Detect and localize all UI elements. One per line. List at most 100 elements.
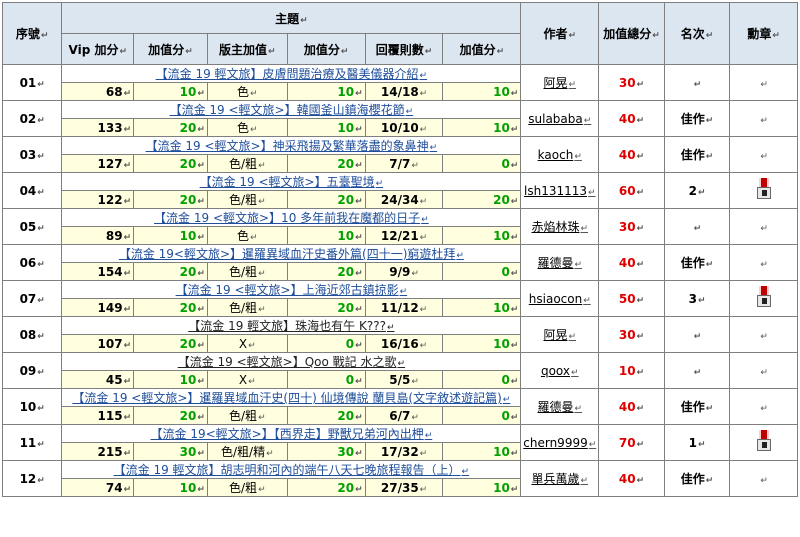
mod-value: 色/粗/精 — [220, 445, 266, 459]
topic-link[interactable]: 【流金 19 <輕文旅>】暹羅異域血汗史(四十) 仙境傳說 蘭貝島(文字敘述遊記… — [72, 391, 501, 405]
return-mark-icon: ↵ — [37, 115, 45, 126]
topic-link-cell[interactable]: 【流金 19 輕文旅】胡志明和河內的端午八天七晚旅程報告（上）↵ — [61, 460, 522, 479]
return-mark-icon: ↵ — [37, 403, 45, 414]
topic-link[interactable]: 【流金 19 輕文旅】皮膚問題治療及醫美儀器介紹 — [156, 67, 419, 81]
topic-link-cell[interactable]: 【流金 19 <輕文旅>】上海近郊古鎮掠影↵ — [61, 280, 522, 299]
return-mark-icon: ↵ — [510, 196, 519, 207]
plus1-value-cell: 30↵ — [133, 442, 208, 461]
author-link[interactable]: 阿晃 — [543, 76, 567, 90]
topic-link[interactable]: 【流金 19 <輕文旅>】韓國釜山鎮海櫻花節 — [170, 103, 405, 117]
row-seq: 12↵ — [1, 460, 63, 497]
return-mark-icon: ↵ — [705, 404, 714, 414]
topic-link[interactable]: 【流金 19<輕文旅>】【西界走】野獸兄弟河內出柙 — [151, 427, 424, 441]
author-link[interactable]: 羅德曼 — [537, 400, 573, 414]
topic-link-cell[interactable]: 【流金 19 <輕文旅>】神采飛揚及繁華落盡的象鼻神↵ — [61, 136, 522, 155]
topic-link-cell[interactable]: 【流金 19 <輕文旅>】五臺聖境↵ — [61, 172, 522, 191]
topic-link[interactable]: 【流金 19 <輕文旅>】10 多年前我在魔都的日子 — [154, 211, 420, 225]
return-mark-icon: ↵ — [37, 259, 45, 270]
return-mark-icon: ↵ — [419, 71, 428, 81]
total-value: 50 — [618, 291, 636, 306]
topic-link-cell[interactable]: 【流金 19 <輕文旅>】Qoo 戰記 水之歌↵ — [61, 352, 522, 371]
author-link[interactable]: 單兵萬歲 — [531, 472, 579, 486]
author-link[interactable]: qoox — [541, 364, 570, 378]
author-cell[interactable]: 單兵萬歲↵ — [520, 460, 600, 497]
seq-header: 序號↵ — [1, 2, 63, 65]
return-mark-icon: ↵ — [574, 260, 583, 270]
topic-link[interactable]: 【流金 19 <輕文旅>】Qoo 戰記 水之歌 — [178, 355, 397, 369]
rank-value: 佳作 — [680, 112, 705, 126]
author-cell[interactable]: kaoch↵ — [520, 136, 600, 173]
author-link[interactable]: 羅德曼 — [537, 256, 573, 270]
plus2-value-cell: 20↵ — [286, 478, 366, 497]
plus1-value-cell: 10↵ — [133, 370, 208, 389]
ranking-table: 序號↵ 主題↵ 作者↵ 加值總分↵ 名次↵ 勳章↵ Vip 加分↵ 加值分↵ 版… — [1, 2, 798, 497]
return-mark-icon: ↵ — [258, 305, 266, 315]
plus3-value: 0 — [501, 264, 510, 279]
author-cell[interactable]: 羅德曼↵ — [520, 244, 600, 281]
return-mark-icon: ↵ — [760, 223, 768, 234]
author-cell[interactable]: qoox↵ — [520, 352, 600, 389]
topic-link-cell[interactable]: 【流金 19<輕文旅>】暹羅異域血汗史番外篇(四十一)窮遊杜拜↵ — [61, 244, 522, 263]
author-link[interactable]: 阿晃 — [543, 328, 567, 342]
return-mark-icon: ↵ — [123, 376, 132, 387]
author-cell[interactable]: hsiaocon↵ — [520, 280, 600, 317]
return-mark-icon: ↵ — [693, 79, 702, 90]
author-cell[interactable]: sulababa↵ — [520, 100, 600, 137]
medal-icon — [756, 286, 772, 308]
mod-header: 版主加值↵ — [206, 33, 288, 65]
author-cell[interactable]: chern9999↵ — [520, 424, 600, 461]
total-value: 70 — [618, 435, 636, 450]
topic-link[interactable]: 【流金 19 <輕文旅>】上海近郊古鎮掠影 — [176, 283, 399, 297]
topic-link[interactable]: 【流金 19 輕文旅】珠海也有午 K??? — [188, 319, 386, 333]
table-row: 07↵ 【流金 19 <輕文旅>】上海近郊古鎮掠影↵ hsiaocon↵ 50↵ 3↵ — [1, 280, 798, 317]
return-mark-icon: ↵ — [355, 484, 363, 495]
plus1-value: 10 — [179, 228, 197, 243]
author-link[interactable]: sulababa — [528, 112, 583, 126]
rank-value: 佳作 — [680, 256, 705, 270]
topic-link-cell[interactable]: 【流金 19 輕文旅】皮膚問題治療及醫美儀器介紹↵ — [61, 64, 522, 83]
return-mark-icon: ↵ — [248, 340, 256, 351]
rank-cell: 佳作↵ — [663, 460, 731, 497]
return-mark-icon: ↵ — [571, 367, 579, 378]
author-link[interactable]: lsh131113 — [524, 184, 587, 198]
author-link[interactable]: hsiaocon — [529, 292, 582, 306]
topic-link[interactable]: 【流金 19 <輕文旅>】神采飛揚及繁華落盡的象鼻神 — [146, 139, 429, 153]
replies-value: 6/7 — [389, 408, 411, 423]
topic-link[interactable]: 【流金 19<輕文旅>】暹羅異域血汗史番外篇(四十一)窮遊杜拜 — [119, 247, 456, 261]
return-mark-icon: ↵ — [197, 232, 205, 243]
topic-link[interactable]: 【流金 19 <輕文旅>】五臺聖境 — [200, 175, 375, 189]
author-cell[interactable]: 阿晃↵ — [520, 64, 600, 101]
return-mark-icon: ↵ — [636, 403, 645, 414]
topic-link-cell[interactable]: 【流金 19 <輕文旅>】韓國釜山鎮海櫻花節↵ — [61, 100, 522, 119]
vip-header: Vip 加分↵ — [61, 33, 135, 65]
author-cell[interactable]: 羅德曼↵ — [520, 388, 600, 425]
mod-value-cell: 色↵ — [206, 82, 288, 101]
author-cell[interactable]: lsh131113↵ — [520, 172, 600, 209]
return-mark-icon: ↵ — [123, 232, 132, 243]
topic-link-cell[interactable]: 【流金 19 <輕文旅>】10 多年前我在魔都的日子↵ — [61, 208, 522, 227]
topic-link-cell[interactable]: 【流金 19 <輕文旅>】暹羅異域血汗史(四十) 仙境傳說 蘭貝島(文字敘述遊記… — [61, 388, 522, 407]
return-mark-icon: ↵ — [355, 232, 363, 243]
mod-value: 色/粗 — [229, 265, 258, 279]
topic-link[interactable]: 【流金 19 輕文旅】胡志明和河內的端午八天七晚旅程報告（上） — [114, 463, 461, 477]
author-link[interactable]: kaoch — [538, 148, 574, 162]
topic-link-cell[interactable]: 【流金 19 輕文旅】珠海也有午 K???↵ — [61, 316, 522, 335]
return-mark-icon: ↵ — [123, 340, 132, 351]
return-mark-icon: ↵ — [411, 412, 419, 423]
topic-link-cell[interactable]: 【流金 19<輕文旅>】【西界走】野獸兄弟河內出柙↵ — [61, 424, 522, 443]
plus2-value-cell: 20↵ — [286, 190, 366, 209]
total-value: 60 — [618, 183, 636, 198]
plus3-value-cell: 0↵ — [442, 370, 522, 389]
mod-value: 色 — [237, 229, 250, 243]
rank-cell: ↵ — [663, 64, 731, 101]
author-link[interactable]: 赤焰林珠 — [531, 220, 579, 234]
plus2-value: 10 — [337, 228, 355, 243]
table-row: 08↵ 【流金 19 輕文旅】珠海也有午 K???↵ 阿晃↵ 30↵ ↵ ↵ — [1, 316, 798, 353]
return-mark-icon: ↵ — [123, 196, 132, 207]
row-seq: 07↵ — [1, 280, 63, 317]
rank-value: 佳作 — [680, 472, 705, 486]
author-link[interactable]: chern9999 — [523, 436, 587, 450]
author-cell[interactable]: 赤焰林珠↵ — [520, 208, 600, 245]
author-cell[interactable]: 阿晃↵ — [520, 316, 600, 353]
plus2-value-cell: 20↵ — [286, 154, 366, 173]
